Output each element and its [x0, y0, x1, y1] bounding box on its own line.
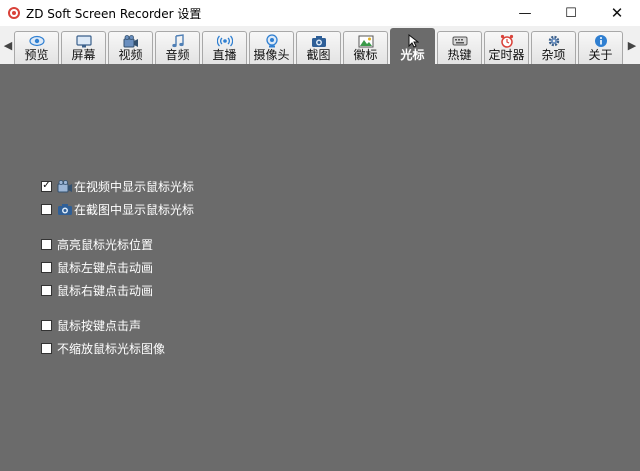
- tab-cursor[interactable]: 光标: [390, 28, 435, 64]
- option-no-scale-cursor[interactable]: 不缩放鼠标光标图像: [41, 340, 165, 356]
- left-click-animation-checkbox[interactable]: [41, 261, 52, 273]
- tab-label: 徽标: [353, 48, 378, 62]
- title-bar: ZD Soft Screen Recorder 设置 — ☐ ✕: [0, 0, 640, 27]
- highlight-cursor-checkbox[interactable]: [41, 238, 52, 250]
- option-label: 不缩放鼠标光标图像: [57, 341, 166, 356]
- option-left-click-animation[interactable]: 鼠标左键点击动画: [41, 259, 153, 275]
- app-record-icon: [8, 7, 20, 19]
- option-label: 在截图中显示鼠标光标: [74, 202, 195, 217]
- tab-scroll-left-button[interactable]: ◀: [2, 36, 14, 54]
- tab-scroll-right-button[interactable]: ▶: [626, 36, 638, 54]
- tab-video[interactable]: 视频: [108, 31, 153, 64]
- tab-hotkeys[interactable]: 热键: [437, 31, 482, 64]
- cursor-icon: [405, 34, 421, 48]
- tab-label: 截图: [306, 48, 331, 62]
- tab-list: 预览 屏幕 视频 音频 直播 摄像头 截图 徽标 光标 热键 定时器 杂项 关于: [14, 28, 625, 64]
- tab-label: 杂项: [541, 48, 566, 62]
- show-cursor-in-video-checkbox[interactable]: ✓: [41, 180, 52, 192]
- tab-about[interactable]: 关于: [578, 31, 623, 64]
- eye-icon: [28, 34, 45, 48]
- alarm-clock-icon: [499, 34, 515, 48]
- option-label: 高亮鼠标光标位置: [57, 237, 154, 252]
- music-note-icon: [170, 34, 186, 48]
- option-show-cursor-in-screenshot[interactable]: 在截图中显示鼠标光标: [41, 201, 194, 217]
- tab-screen[interactable]: 屏幕: [61, 31, 106, 64]
- close-button[interactable]: ✕: [594, 0, 640, 26]
- tab-logo[interactable]: 徽标: [343, 31, 388, 64]
- tab-label: 屏幕: [71, 48, 96, 62]
- option-highlight-cursor[interactable]: 高亮鼠标光标位置: [41, 236, 153, 252]
- option-right-click-animation[interactable]: 鼠标右键点击动画: [41, 282, 153, 298]
- tab-live[interactable]: 直播: [202, 31, 247, 64]
- gear-icon: [546, 34, 562, 48]
- tab-label: 预览: [24, 48, 49, 62]
- monitor-icon: [75, 34, 92, 48]
- option-click-sound[interactable]: 鼠标按键点击声: [41, 317, 141, 333]
- tab-strip: ◀ 预览 屏幕 视频 音频 直播 摄像头 截图 徽标 光标 热键 定时器 杂项 …: [0, 26, 640, 65]
- right-click-animation-checkbox[interactable]: [41, 284, 52, 296]
- click-sound-checkbox[interactable]: [41, 319, 52, 331]
- broadcast-icon: [216, 34, 233, 48]
- no-scale-cursor-checkbox[interactable]: [41, 342, 52, 354]
- option-label: 在视频中显示鼠标光标: [74, 179, 195, 194]
- cursor-settings-panel: ✓ 在视频中显示鼠标光标 在截图中显示鼠标光标 高亮鼠标光标位置 鼠标左键点击动…: [0, 64, 640, 471]
- tab-label: 关于: [588, 48, 613, 62]
- tab-timer[interactable]: 定时器: [484, 31, 529, 64]
- video-camera-icon: [57, 179, 73, 193]
- tab-preview[interactable]: 预览: [14, 31, 59, 64]
- tab-misc[interactable]: 杂项: [531, 31, 576, 64]
- tab-screenshot[interactable]: 截图: [296, 31, 341, 64]
- tab-label: 定时器: [488, 48, 525, 62]
- option-label: 鼠标左键点击动画: [57, 260, 154, 275]
- tab-label: 热键: [447, 48, 472, 62]
- tab-webcam[interactable]: 摄像头: [249, 31, 294, 64]
- camera-icon: [311, 34, 327, 48]
- minimize-button[interactable]: —: [502, 0, 548, 26]
- tab-label: 音频: [165, 48, 190, 62]
- tab-label: 视频: [118, 48, 143, 62]
- window-title: ZD Soft Screen Recorder 设置: [26, 6, 202, 21]
- show-cursor-in-screenshot-checkbox[interactable]: [41, 203, 52, 215]
- option-label: 鼠标按键点击声: [57, 318, 142, 333]
- tab-audio[interactable]: 音频: [155, 31, 200, 64]
- keyboard-icon: [452, 34, 468, 48]
- tab-label: 摄像头: [253, 48, 290, 62]
- option-show-cursor-in-video[interactable]: ✓ 在视频中显示鼠标光标: [41, 178, 194, 194]
- video-camera-icon: [123, 34, 139, 48]
- maximize-button[interactable]: ☐: [548, 0, 594, 26]
- tab-label: 光标: [400, 48, 425, 62]
- camera-icon: [57, 202, 73, 216]
- option-label: 鼠标右键点击动画: [57, 283, 154, 298]
- info-icon: [593, 34, 609, 48]
- picture-icon: [358, 34, 374, 48]
- webcam-icon: [264, 34, 280, 48]
- tab-label: 直播: [212, 48, 237, 62]
- window-controls: — ☐ ✕: [502, 0, 640, 26]
